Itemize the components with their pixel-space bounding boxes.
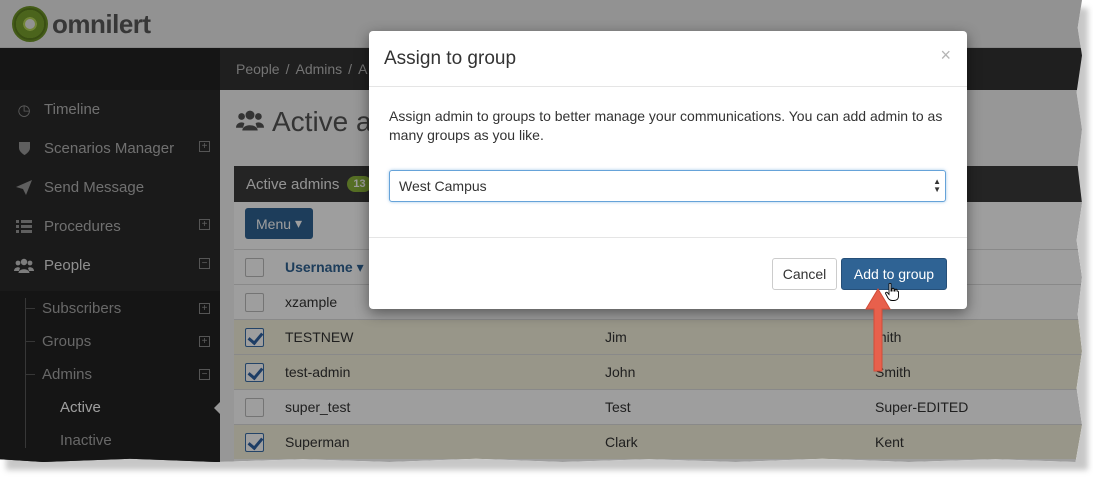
dialog-title: Assign to group xyxy=(384,48,517,69)
cancel-button[interactable]: Cancel xyxy=(772,258,837,290)
dialog-description: Assign admin to groups to better manage … xyxy=(389,108,943,143)
close-icon[interactable]: × xyxy=(940,45,951,66)
screenshot-frame: omnilert ◷ Timeline Scenarios Manager + … xyxy=(0,0,1082,462)
select-arrows-icon: ▲ ▼ xyxy=(933,177,941,194)
dialog-header: Assign to group × xyxy=(369,31,967,87)
red-arrow-annotation xyxy=(864,287,892,376)
assign-to-group-dialog: Assign to group × Assign admin to groups… xyxy=(369,31,967,309)
group-select[interactable]: West Campus ▲ ▼ xyxy=(389,170,946,202)
group-select-value: West Campus xyxy=(399,178,487,194)
